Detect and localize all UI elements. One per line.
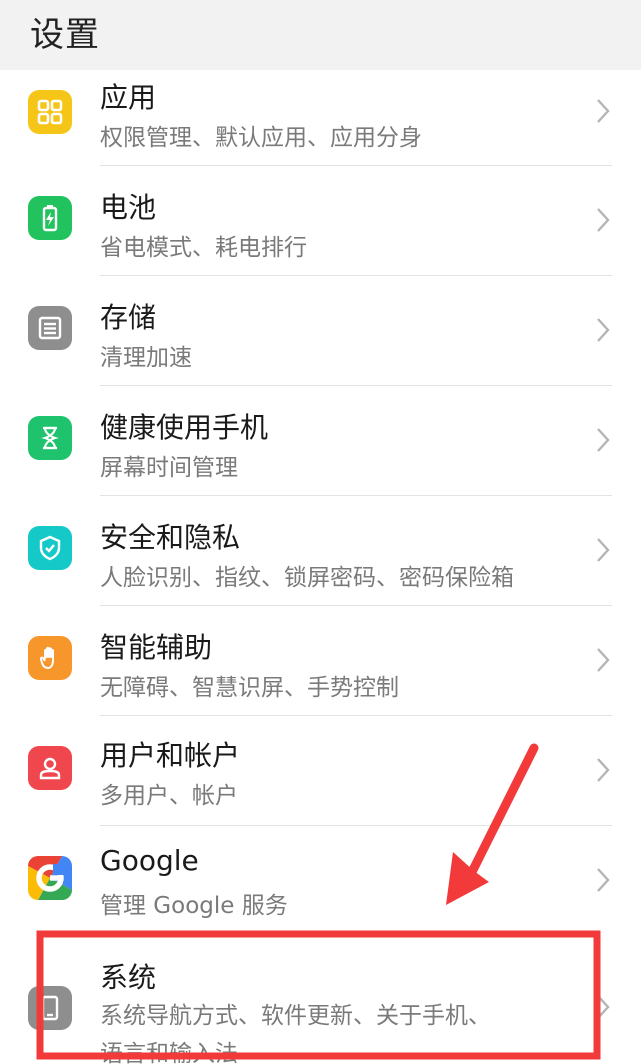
settings-item-battery[interactable]: 电池 省电模式、耗电排行 (0, 166, 641, 276)
chevron-right-icon (597, 208, 610, 232)
settings-item-label: Google (100, 844, 199, 877)
user-icon (28, 746, 72, 790)
chevron-right-icon (597, 758, 610, 782)
settings-item-desc-line2: 语言和输入法 (100, 1041, 238, 1064)
chevron-right-icon (597, 99, 610, 123)
settings-item-desc: 人脸识别、指纹、锁屏密码、密码保险箱 (100, 565, 514, 591)
settings-item-apps[interactable]: 应用 权限管理、默认应用、应用分身 (0, 70, 641, 180)
settings-item-label: 安全和隐私 (100, 521, 241, 554)
settings-item-google[interactable]: Google 管理 Google 服务 (0, 826, 641, 936)
settings-item-digital-balance[interactable]: 健康使用手机 屏幕时间管理 (0, 386, 641, 496)
settings-item-smart-assistance[interactable]: 智能辅助 无障碍、智慧识屏、手势控制 (0, 606, 641, 716)
settings-item-label: 应用 (100, 81, 157, 114)
chevron-right-icon (597, 318, 610, 342)
chevron-right-icon (597, 648, 610, 672)
hourglass-icon (28, 416, 72, 460)
settings-item-desc: 管理 Google 服务 (100, 893, 288, 919)
chevron-right-icon (597, 538, 610, 562)
settings-item-desc: 权限管理、默认应用、应用分身 (100, 125, 422, 151)
battery-icon (28, 196, 72, 240)
hand-icon (28, 636, 72, 680)
settings-item-desc: 省电模式、耗电排行 (100, 235, 307, 261)
chevron-right-icon (597, 995, 610, 1019)
settings-item-label: 存储 (100, 301, 157, 334)
settings-item-label: 电池 (100, 191, 157, 224)
settings-item-desc: 清理加速 (100, 345, 192, 371)
header-bar: 设置 (0, 0, 641, 70)
settings-item-storage[interactable]: 存储 清理加速 (0, 276, 641, 386)
settings-item-label: 系统 (100, 961, 157, 994)
chevron-right-icon (597, 428, 610, 452)
settings-item-security[interactable]: 安全和隐私 人脸识别、指纹、锁屏密码、密码保险箱 (0, 496, 641, 606)
google-icon (28, 856, 72, 900)
settings-item-desc: 系统导航方式、软件更新、关于手机、 (100, 1003, 491, 1029)
settings-item-label: 健康使用手机 (100, 411, 269, 444)
settings-item-label: 智能辅助 (100, 631, 213, 664)
shield-icon (28, 526, 72, 570)
settings-screen: 设置 应用 权限管理、默认应用、应用分身 电池 省电模式、耗电排行 存储 清理加… (0, 0, 641, 1064)
settings-item-label: 用户和帐户 (100, 739, 241, 772)
chevron-right-icon (597, 868, 610, 892)
settings-item-users-accounts[interactable]: 用户和帐户 多用户、帐户 (0, 716, 641, 826)
storage-icon (28, 306, 72, 350)
settings-item-desc: 屏幕时间管理 (100, 455, 238, 481)
page-title: 设置 (30, 15, 100, 55)
settings-item-system[interactable]: 系统 系统导航方式、软件更新、关于手机、 语言和输入法 (0, 936, 641, 1064)
settings-item-desc: 无障碍、智慧识屏、手势控制 (100, 675, 399, 701)
system-icon (28, 986, 72, 1030)
apps-grid-icon (28, 90, 72, 134)
settings-item-desc: 多用户、帐户 (100, 783, 238, 809)
